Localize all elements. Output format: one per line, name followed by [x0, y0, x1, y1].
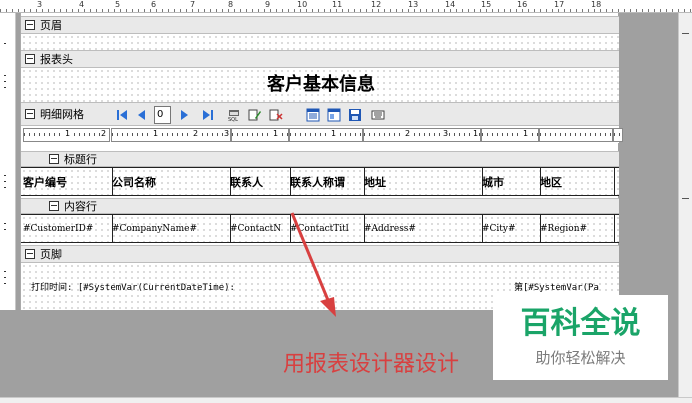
collapse-icon[interactable] [25, 54, 35, 64]
prev-record-icon[interactable] [135, 108, 149, 122]
watermark-badge: 百科全说 助你轻松解决 [493, 295, 668, 380]
field-cell[interactable]: #CompanyName# [110, 215, 231, 242]
scroll-mark-icon [682, 198, 689, 199]
last-record-icon[interactable] [201, 108, 215, 122]
annotation-arrow-icon [290, 212, 336, 317]
grid-icon[interactable] [306, 108, 320, 122]
ruler-number: 1 [64, 129, 72, 139]
ruler-number: 15 [480, 0, 493, 9]
field-cell[interactable]: #Region# [538, 215, 615, 242]
collapse-icon[interactable] [25, 20, 35, 30]
svg-text:SQL: SQL [228, 117, 238, 122]
watermark-title: 百科全说 [520, 306, 641, 341]
band-label: 明细网格 [40, 108, 84, 121]
next-record-icon[interactable] [177, 108, 191, 122]
band-label: 页脚 [40, 248, 62, 261]
ruler-number: 11 [331, 0, 344, 9]
ruler-number: 4 [78, 0, 86, 9]
first-record-icon[interactable] [115, 108, 129, 122]
ruler-number: 10 [296, 0, 309, 9]
page-number-input[interactable]: 0 [154, 106, 171, 124]
report-header-area: 客户基本信息 [21, 68, 619, 102]
scroll-mark-icon [682, 33, 689, 34]
header-cell[interactable]: 联系人称谓 [288, 168, 365, 195]
header-cell[interactable]: 城市 [480, 168, 541, 195]
band-detail-grid[interactable]: 明细网格 [21, 102, 619, 126]
ruler-number: 1 [330, 129, 338, 139]
band-label: 标题行 [64, 153, 97, 166]
delete-icon[interactable] [269, 108, 283, 122]
column-ruler: 1 2 1 2 3 1 1 2 3 1 1 [21, 126, 623, 143]
collapse-icon[interactable] [25, 249, 35, 259]
page-number-field[interactable]: 第[#SystemVar(Pa [514, 280, 619, 294]
header-cell[interactable]: 地址 [362, 168, 483, 195]
ruler-number: 14 [444, 0, 457, 9]
ruler-number: 7 [189, 0, 197, 9]
ruler-number: 3 [223, 129, 231, 139]
band-title-row[interactable]: 标题行 [21, 151, 619, 167]
page-header-area [21, 34, 619, 50]
vertical-ruler [0, 13, 16, 310]
report-title[interactable]: 客户基本信息 [221, 73, 421, 97]
edit-icon[interactable] [248, 108, 262, 122]
collapse-icon[interactable] [49, 154, 59, 164]
ruler-number: 1 [472, 129, 480, 139]
layout-icon[interactable] [327, 108, 341, 122]
ruler-number: 6 [150, 0, 158, 9]
field-cell[interactable]: #Address# [362, 215, 483, 242]
ruler-number: 3 [442, 129, 450, 139]
horizontal-ruler: 3 4 5 6 7 8 9 10 11 12 13 14 15 16 17 18 [0, 0, 692, 13]
save-icon[interactable] [348, 108, 362, 122]
field-cell[interactable]: #CustomerID# [21, 215, 113, 242]
annotation-text: 用报表设计器设计 [283, 352, 460, 377]
ruler-number: 13 [407, 0, 420, 9]
ruler-number: 1 [152, 129, 160, 139]
collapse-icon[interactable] [25, 109, 35, 119]
ruler-number: 5 [114, 0, 122, 9]
scrollbar-track[interactable] [678, 13, 692, 403]
keyboard-icon[interactable] [371, 108, 385, 122]
field-cell[interactable]: #City# [480, 215, 541, 242]
ruler-number: 16 [516, 0, 529, 9]
ruler-number: 1 [522, 129, 530, 139]
print-sql-icon[interactable]: SQL [227, 108, 241, 122]
header-cell[interactable]: 客户编号 [21, 168, 113, 195]
band-label: 页眉 [40, 19, 62, 32]
ruler-number: 3 [36, 0, 44, 9]
field-cell[interactable] [612, 215, 621, 242]
band-label: 报表头 [40, 53, 73, 66]
header-cell[interactable]: 公司名称 [110, 168, 231, 195]
watermark-subtitle: 助你轻松解决 [535, 349, 626, 367]
title-row: 客户编号 公司名称 联系人 联系人称谓 地址 城市 地区 [21, 167, 619, 196]
ruler-number: 1 [272, 129, 280, 139]
ruler-number: 9 [264, 0, 272, 9]
band-label: 内容行 [64, 200, 97, 213]
band-report-header[interactable]: 报表头 [21, 50, 619, 68]
header-cell[interactable] [612, 168, 621, 195]
print-time-field[interactable]: 打印时间: [#SystemVar(CurrentDateTime): [31, 280, 291, 294]
header-cell[interactable]: 地区 [538, 168, 615, 195]
ruler-number: 17 [553, 0, 566, 9]
collapse-icon[interactable] [49, 201, 59, 211]
ruler-number: 2 [100, 129, 108, 139]
ruler-number: 18 [590, 0, 603, 9]
band-page-header[interactable]: 页眉 [21, 16, 619, 34]
ruler-number: 8 [227, 0, 235, 9]
ruler-number: 12 [370, 0, 383, 9]
horizontal-scrollbar[interactable] [0, 397, 692, 403]
ruler-number: 2 [192, 129, 200, 139]
ruler-number: 2 [404, 129, 412, 139]
header-cell[interactable]: 联系人 [228, 168, 291, 195]
